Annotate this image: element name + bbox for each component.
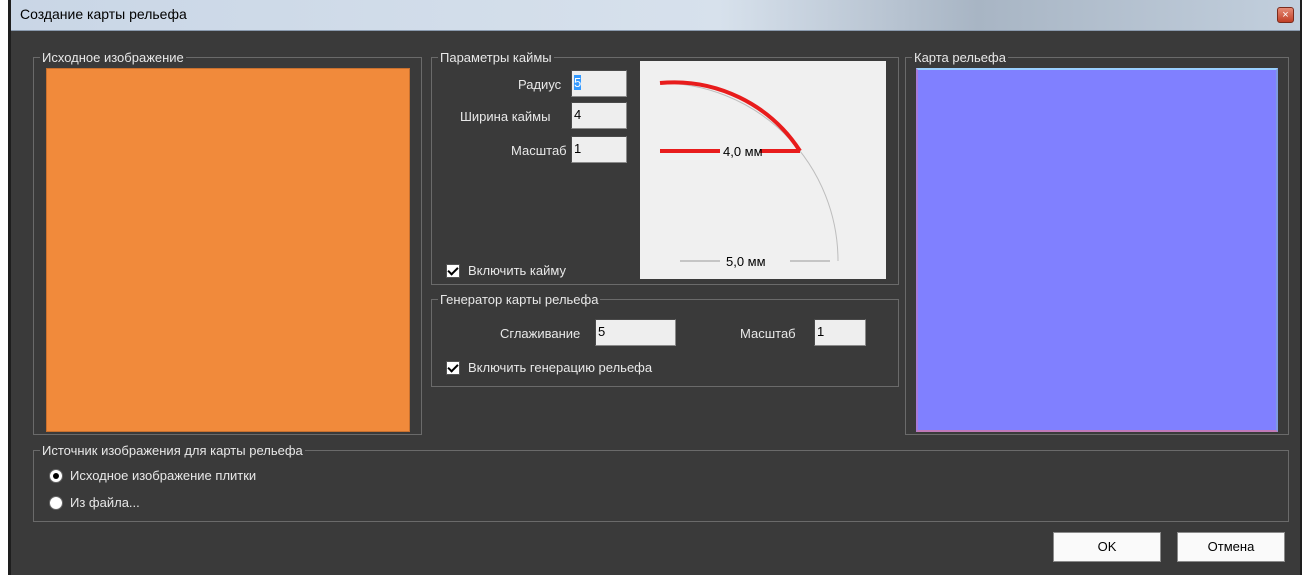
generator-scale-label: Масштаб bbox=[740, 326, 796, 341]
radio-tile-image[interactable] bbox=[49, 469, 63, 483]
border-width-input[interactable]: 4 bbox=[571, 102, 627, 129]
relief-map-legend: Карта рельефа bbox=[912, 50, 1008, 65]
source-image-group: Исходное изображение bbox=[33, 50, 422, 435]
cancel-button[interactable]: Отмена bbox=[1177, 532, 1285, 562]
radius-label: Радиус bbox=[518, 77, 562, 92]
source-image-legend: Исходное изображение bbox=[40, 50, 186, 65]
border-params-legend: Параметры каймы bbox=[438, 50, 554, 65]
border-profile-diagram: 4,0 мм 5,0 мм bbox=[659, 80, 839, 269]
outer-radius-label: 5,0 мм bbox=[726, 254, 766, 269]
border-scale-input[interactable]: 1 bbox=[571, 136, 627, 163]
enable-relief-checkbox[interactable] bbox=[446, 361, 460, 375]
enable-border-checkbox[interactable] bbox=[446, 264, 460, 278]
border-params-group: Параметры каймы Радиус 5 Ширина каймы 4 … bbox=[431, 50, 899, 285]
source-image-preview bbox=[46, 68, 410, 432]
close-icon[interactable]: × bbox=[1277, 7, 1294, 23]
title-bar: Создание карты рельефа × bbox=[11, 0, 1300, 31]
inner-radius-label: 4,0 мм bbox=[723, 144, 763, 159]
window-title: Создание карты рельефа bbox=[20, 6, 187, 22]
enable-relief-label: Включить генерацию рельефа bbox=[468, 360, 653, 375]
ok-button[interactable]: OK bbox=[1053, 532, 1161, 562]
relief-generator-group: Генератор карты рельефа Сглаживание 5 Ма… bbox=[431, 292, 899, 387]
relief-source-group: Источник изображения для карты рельефа И… bbox=[33, 443, 1289, 522]
radio-from-file-label: Из файла... bbox=[70, 495, 140, 510]
border-profile-preview: 4,0 мм 5,0 мм bbox=[640, 61, 886, 279]
relief-map-dialog: Создание карты рельефа × Исходное изобра… bbox=[8, 0, 1302, 575]
relief-source-legend: Источник изображения для карты рельефа bbox=[40, 443, 305, 458]
relief-map-group: Карта рельефа bbox=[905, 50, 1289, 435]
relief-generator-legend: Генератор карты рельефа bbox=[438, 292, 601, 307]
border-width-label: Ширина каймы bbox=[460, 109, 551, 124]
enable-border-label: Включить кайму bbox=[468, 263, 566, 278]
border-scale-label: Масштаб bbox=[511, 143, 567, 158]
smoothing-input[interactable]: 5 bbox=[595, 319, 676, 346]
radius-input[interactable]: 5 bbox=[571, 70, 627, 97]
smoothing-label: Сглаживание bbox=[500, 326, 581, 341]
generator-scale-input[interactable]: 1 bbox=[814, 319, 866, 346]
relief-map-preview bbox=[916, 68, 1278, 432]
radio-from-file[interactable] bbox=[49, 496, 63, 510]
radio-tile-image-label: Исходное изображение плитки bbox=[70, 468, 257, 483]
